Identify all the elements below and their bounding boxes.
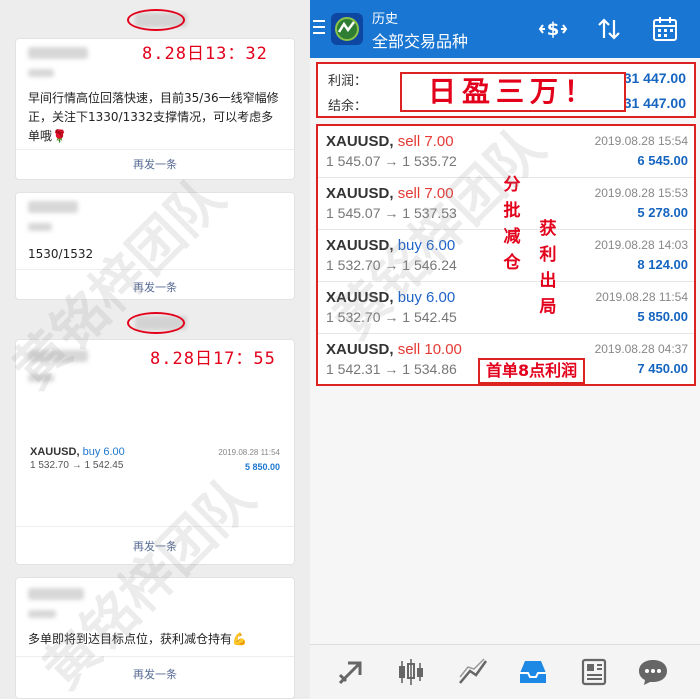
scale-out-annotation: 分批减仓	[503, 175, 521, 273]
calendar-icon[interactable]	[650, 14, 680, 44]
divider	[16, 149, 294, 150]
divider	[16, 526, 294, 527]
trade-side: buy 6.00	[397, 237, 456, 254]
trade-prices: 1 532.70 → 1 546.24	[326, 257, 457, 273]
trade-symbol: XAUUSD, sell 10.00	[326, 341, 462, 358]
daily-profit-annotation: 日盈三万！	[400, 72, 626, 112]
trade-prices: 1 532.70 → 1 542.45	[30, 460, 124, 471]
trade-side: sell 7.00	[397, 133, 454, 150]
timestamp-annotation: 8.28日13：32	[142, 44, 268, 64]
resend-button[interactable]: 再发一条	[16, 666, 294, 682]
trade-prices: 1 542.31 → 1 534.86	[326, 361, 457, 377]
trade-symbol: XAUUSD, buy 6.00	[326, 237, 456, 254]
chat-message-card: 8.28日13：32 早间行情高位回落快速，目前35/36一线窄幅修正，关注下1…	[15, 38, 295, 180]
app-title: 全部交易品种	[372, 32, 469, 51]
trade-profit: 5 850.00	[637, 309, 688, 324]
trade-date: 2019.08.28 15:54	[594, 134, 688, 148]
trade-date: 2019.08.28 04:37	[594, 342, 688, 356]
blurred-sender	[28, 588, 84, 600]
trade-profit: 7 450.00	[637, 361, 688, 376]
summary-panel: 利润： 31 447.00 结余： 31 447.00 日盈三万！	[316, 62, 696, 118]
trade-row[interactable]: XAUUSD, sell 7.00 1 545.07 → 1 535.72 20…	[318, 126, 694, 178]
inbox-icon[interactable]	[516, 655, 550, 689]
red-circle-annotation	[127, 9, 185, 31]
chat-message-card: 多单即将到达目标点位，获利减仓持有💪 再发一条	[15, 577, 295, 699]
trade-prices: 1 545.07 → 1 535.72	[326, 153, 457, 169]
app-subtitle: 历史	[372, 12, 399, 27]
mt4-history-panel: 历史 全部交易品种 $ 利润： 31 447.00 结余： 31 447.00 …	[310, 0, 700, 699]
chat-screenshot-panel: 8.28日13：32 早间行情高位回落快速，目前35/36一线窄幅修正，关注下1…	[0, 0, 310, 699]
balance-value: 31 447.00	[623, 95, 686, 111]
resend-button[interactable]: 再发一条	[16, 538, 294, 554]
trade-symbol: XAUUSD, sell 7.00	[326, 185, 454, 202]
red-circle-annotation	[127, 312, 185, 334]
trade-prices: 1 545.07 → 1 537.53	[326, 205, 457, 221]
chat-message-card: 1530/1532 再发一条	[15, 192, 295, 300]
trade-date: 2019.08.28 14:03	[594, 238, 688, 252]
trade-side: sell 10.00	[397, 341, 462, 358]
trade-row[interactable]: XAUUSD, buy 6.00 1 532.70 → 1 542.45 201…	[318, 282, 694, 334]
blurred-sender	[28, 201, 78, 213]
trade-date: 2019.08.28 11:54	[218, 448, 280, 457]
trade-symbol: XAUUSD, buy 6.00	[326, 289, 456, 306]
message-text: 1530/1532	[28, 247, 94, 261]
metatrader-logo-icon	[331, 13, 363, 45]
bottom-navigation	[310, 644, 700, 699]
trade-prices: 1 532.70 → 1 542.45	[326, 309, 457, 325]
chat-message-card: 8.28日17：55 XAUUSD, buy 6.00 2019.08.28 1…	[15, 339, 295, 565]
message-text: 多单即将到达目标点位，获利减仓持有💪	[28, 632, 247, 646]
blurred-line	[28, 223, 52, 231]
trade-symbol: XAUUSD, buy 6.00	[30, 446, 125, 458]
currency-filter-icon[interactable]: $	[538, 14, 568, 44]
app-bar: 历史 全部交易品种 $	[310, 0, 700, 58]
profit-value: 31 447.00	[623, 70, 686, 86]
chart-line-icon[interactable]	[456, 655, 490, 689]
profit-label: 利润：	[328, 74, 368, 89]
trade-date: 2019.08.28 15:53	[594, 186, 688, 200]
menu-icon[interactable]	[313, 20, 325, 34]
blurred-sender	[28, 47, 88, 59]
resend-button[interactable]: 再发一条	[16, 156, 294, 172]
sort-icon[interactable]	[594, 14, 624, 44]
resend-button[interactable]: 再发一条	[16, 279, 294, 295]
trade-profit: 5 278.00	[637, 205, 688, 220]
timestamp-annotation: 8.28日17：55	[150, 349, 276, 369]
trade-symbol: XAUUSD, sell 7.00	[326, 133, 454, 150]
trade-profit: 6 545.00	[637, 153, 688, 168]
trade-profit: 8 124.00	[637, 257, 688, 272]
divider	[16, 656, 294, 657]
first-trade-profit-annotation: 首单8点利润	[478, 358, 586, 384]
trade-side: buy 6.00	[82, 446, 125, 458]
trade-arrow-icon[interactable]	[334, 655, 368, 689]
trade-date: 2019.08.28 11:54	[595, 290, 688, 304]
trade-record: XAUUSD, buy 6.00 2019.08.28 11:54 1 532.…	[30, 446, 280, 486]
trade-side: sell 7.00	[397, 185, 454, 202]
blurred-line	[28, 374, 54, 382]
blurred-line	[28, 610, 56, 618]
take-profit-annotation: 获利出局	[539, 219, 557, 317]
candlestick-icon[interactable]	[394, 655, 428, 689]
divider	[16, 269, 294, 270]
trade-history-list: XAUUSD, sell 7.00 1 545.07 → 1 535.72 20…	[316, 124, 696, 386]
blurred-sender	[28, 350, 88, 362]
blurred-line	[28, 69, 54, 77]
trade-profit: 5 850.00	[244, 462, 280, 472]
balance-label: 结余：	[328, 99, 368, 114]
chat-icon[interactable]	[636, 655, 670, 689]
trade-side: buy 6.00	[397, 289, 456, 306]
news-icon[interactable]	[578, 655, 612, 689]
message-text: 早间行情高位回落快速，目前35/36一线窄幅修正，关注下1330/1332支撑情…	[28, 91, 279, 143]
svg-text:$: $	[547, 19, 560, 40]
